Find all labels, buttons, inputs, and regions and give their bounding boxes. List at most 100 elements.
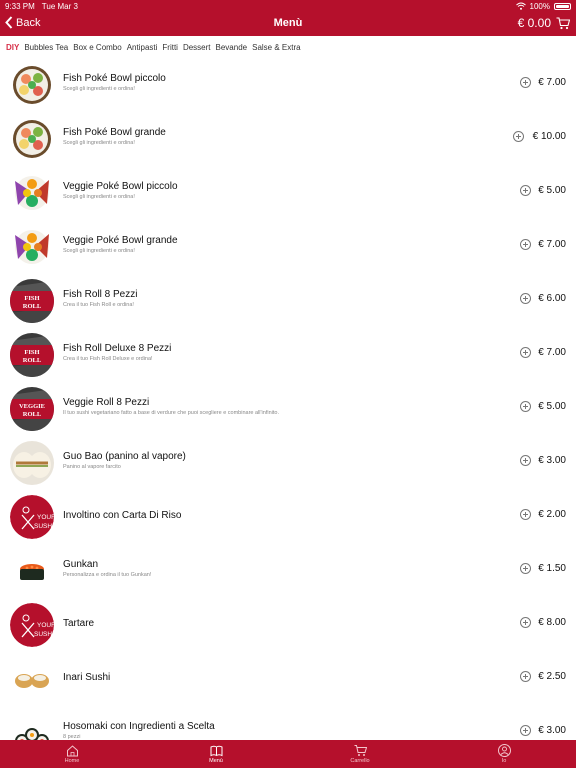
- menu-item[interactable]: Veggie Poké Bowl grande Scegli gli ingred…: [0, 220, 576, 274]
- menu-item-name: Inari Sushi: [63, 672, 111, 683]
- status-time: 9:33 PM: [5, 1, 35, 11]
- menu-item-image: VEGGIE ROLL: [10, 387, 54, 431]
- menu-item-image: [10, 63, 54, 107]
- menu-item-name: Fish Roll Deluxe 8 Pezzi: [63, 343, 172, 354]
- menu-item[interactable]: Gunkan Personalizza e ordina il tuo Gunka…: [0, 544, 576, 598]
- svg-text:ROLL: ROLL: [23, 303, 42, 310]
- menu-item-description: Crea il tuo Fish Roll e ordina!: [63, 302, 134, 308]
- menu-item-price: € 5.00: [538, 401, 566, 412]
- menu-item-price: € 3.00: [538, 725, 566, 736]
- status-bar: 9:33 PM Tue Mar 3 100%: [0, 0, 576, 12]
- tab-men-[interactable]: Menù: [144, 740, 288, 768]
- menu-item[interactable]: Guo Bao (panino al vapore) Panino al vapo…: [0, 436, 576, 490]
- user-icon: [497, 744, 511, 757]
- back-label: Back: [16, 16, 41, 29]
- chevron-left-icon: [5, 16, 13, 29]
- menu-item-name: Veggie Roll 8 Pezzi: [63, 397, 150, 408]
- category-tab-fritti[interactable]: Fritti: [162, 43, 178, 52]
- menu-item-price: € 3.00: [538, 455, 566, 466]
- menu-item-description: Crea il tuo Fish Roll Deluxe e ordina!: [63, 356, 153, 362]
- menu-item[interactable]: YOUR SUSHI Tartare € 8.00: [0, 598, 576, 652]
- category-tab-dessert[interactable]: Dessert: [183, 43, 211, 52]
- tab-label: Carrello: [350, 758, 370, 764]
- battery-percent: 100%: [529, 1, 550, 11]
- menu-item[interactable]: Fish Poké Bowl piccolo Scegli gli ingredi…: [0, 58, 576, 112]
- menu-item-name: Tartare: [63, 618, 95, 629]
- battery-icon: [554, 2, 571, 10]
- book-icon: [210, 745, 222, 757]
- add-item-button[interactable]: [520, 671, 531, 682]
- menu-item-name: Gunkan: [63, 559, 99, 570]
- category-tab-salse-extra[interactable]: Salse & Extra: [252, 43, 300, 52]
- menu-item-image: [10, 171, 54, 215]
- menu-item[interactable]: Veggie Poké Bowl piccolo Scegli gli ingre…: [0, 166, 576, 220]
- menu-item-description: Scegli gli ingredienti e ordina!: [63, 86, 135, 92]
- menu-item-name: Veggie Poké Bowl piccolo: [63, 181, 178, 192]
- category-tab-antipasti[interactable]: Antipasti: [127, 43, 158, 52]
- add-item-button[interactable]: [520, 509, 531, 520]
- add-item-button[interactable]: [520, 563, 531, 574]
- svg-text:ROLL: ROLL: [23, 357, 42, 364]
- category-tab-bevande[interactable]: Bevande: [216, 43, 248, 52]
- menu-item-name: Hosomaki con Ingredienti a Scelta: [63, 721, 215, 732]
- home-icon: [66, 745, 78, 757]
- status-date: Tue Mar 3: [41, 1, 78, 11]
- add-item-button[interactable]: [513, 131, 524, 142]
- menu-item[interactable]: FISH ROLL Fish Roll Deluxe 8 Pezzi Crea il …: [0, 328, 576, 382]
- tab-label: Menù: [209, 758, 223, 764]
- menu-item-image: FISH ROLL: [10, 333, 54, 377]
- menu-item-name: Guo Bao (panino al vapore): [63, 451, 186, 462]
- cart-total-button[interactable]: € 0.00: [518, 16, 570, 30]
- menu-item[interactable]: YOUR SUSHI Involtino con Carta Di Riso € 2.…: [0, 490, 576, 544]
- svg-text:ROLL: ROLL: [23, 411, 42, 418]
- menu-item-name: Fish Poké Bowl grande: [63, 127, 166, 138]
- menu-item-price: € 8.00: [538, 617, 566, 628]
- menu-item-name: Fish Poké Bowl piccolo: [63, 73, 166, 84]
- svg-text:VEGGIE: VEGGIE: [19, 403, 45, 410]
- nav-bar: Back Menù € 0.00: [0, 12, 576, 36]
- tab-carrello[interactable]: Carrello: [288, 740, 432, 768]
- menu-item-name: Veggie Poké Bowl grande: [63, 235, 178, 246]
- menu-item[interactable]: Inari Sushi € 2.50: [0, 652, 576, 706]
- add-item-button[interactable]: [520, 347, 531, 358]
- add-item-button[interactable]: [520, 239, 531, 250]
- add-item-button[interactable]: [520, 725, 531, 736]
- back-button[interactable]: Back: [5, 16, 40, 29]
- category-tab-bubbles-tea[interactable]: Bubbles Tea: [24, 43, 68, 52]
- tab-home[interactable]: Home: [0, 740, 144, 768]
- menu-item-description: Personalizza e ordina il tuo Gunkan!: [63, 572, 152, 578]
- svg-text:SUSHI: SUSHI: [34, 631, 54, 638]
- tab-label: Home: [64, 758, 80, 764]
- menu-item-description: Scegli gli ingredienti e ordina!: [63, 140, 135, 146]
- menu-item-description: Panino al vapore farcito: [63, 464, 121, 470]
- add-item-button[interactable]: [520, 401, 531, 412]
- cart-icon: [556, 16, 570, 29]
- menu-item-price: € 2.50: [538, 671, 566, 682]
- menu-item[interactable]: Hosomaki con Ingredienti a Scelta 8 pezzi…: [0, 706, 576, 740]
- menu-item-price: € 7.00: [538, 239, 566, 250]
- add-item-button[interactable]: [520, 455, 531, 466]
- menu-item-image: [10, 549, 54, 593]
- menu-item-price: € 5.00: [538, 185, 566, 196]
- svg-text:FISH: FISH: [24, 295, 39, 302]
- menu-list: Fish Poké Bowl piccolo Scegli gli ingredi…: [0, 58, 576, 740]
- add-item-button[interactable]: [520, 185, 531, 196]
- menu-item-image: YOUR SUSHI: [10, 603, 54, 647]
- add-item-button[interactable]: [520, 77, 531, 88]
- page-title: Menù: [273, 17, 303, 29]
- menu-item[interactable]: Fish Poké Bowl grande Scegli gli ingredie…: [0, 112, 576, 166]
- category-tab-diy[interactable]: DIY: [6, 43, 19, 52]
- menu-item-name: Involtino con Carta Di Riso: [63, 510, 182, 521]
- svg-text:FISH: FISH: [24, 349, 39, 356]
- svg-text:YOUR: YOUR: [37, 622, 54, 629]
- svg-text:YOUR: YOUR: [37, 514, 54, 521]
- menu-item-description: Scegli gli ingredienti e ordina!: [63, 248, 135, 254]
- menu-item[interactable]: VEGGIE ROLL Veggie Roll 8 Pezzi Il tuo sush…: [0, 382, 576, 436]
- add-item-button[interactable]: [520, 293, 531, 304]
- menu-item-image: [10, 441, 54, 485]
- add-item-button[interactable]: [520, 617, 531, 628]
- tab-io[interactable]: Io: [432, 740, 576, 768]
- category-tab-box-e-combo[interactable]: Box e Combo: [73, 43, 121, 52]
- menu-item[interactable]: FISH ROLL Fish Roll 8 Pezzi Crea il tuo Fis…: [0, 274, 576, 328]
- menu-item-image: [10, 225, 54, 269]
